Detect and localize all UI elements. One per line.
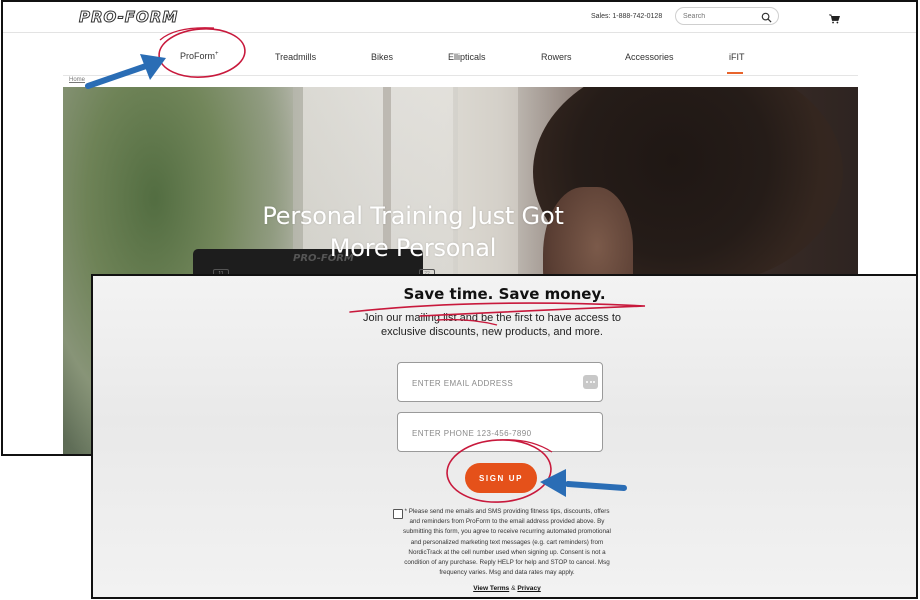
sales-phone[interactable]: Sales: 1-888-742-0128 [591,13,662,20]
popup-heading: Save time. Save money. [403,285,606,303]
search-input[interactable] [683,11,757,22]
phone-input[interactable] [412,427,572,439]
proform-logo[interactable]: PRO-FORM [78,8,178,27]
email-input[interactable] [412,377,572,389]
cart-icon[interactable] [829,11,841,29]
phone-field[interactable] [397,412,603,452]
signup-button[interactable]: SIGN UP [465,463,537,493]
popup-subtext: Join our mailing list and be the first t… [362,312,622,338]
top-bar: PRO-FORM Sales: 1-888-742-0128 [3,2,916,33]
view-terms-link[interactable]: View Terms [473,585,509,592]
email-field[interactable] [397,362,603,402]
nav-rowers[interactable]: Rowers [541,52,572,62]
privacy-link[interactable]: Privacy [517,585,540,592]
nav-divider [63,75,858,76]
nav-ellipticals[interactable]: Ellipticals [448,52,486,62]
nav-ifit[interactable]: iFIT [729,52,745,62]
nav-bikes[interactable]: Bikes [371,52,393,62]
legal-ampersand: & [511,585,516,592]
consent-checkbox[interactable] [393,509,403,519]
nav-proform-label: ProForm [180,51,216,61]
signup-popup-screenshot: Save time. Save money. Join our mailing … [91,274,918,599]
hero-title: Personal Training Just Got More Personal [203,200,623,264]
breadcrumb-home[interactable]: Home [69,77,85,83]
legal-links: View Terms & Privacy [403,585,611,592]
nav-proform[interactable]: ProForm+ [180,51,219,61]
active-tab-underline [727,72,743,74]
search-icon[interactable] [761,10,772,28]
nav-treadmills[interactable]: Treadmills [275,52,316,62]
consent-text: * Please send me emails and SMS providin… [403,508,611,577]
search-box[interactable] [675,7,779,25]
hero-title-line1: Personal Training Just Got [262,202,564,230]
main-nav: ProForm+ Treadmills Bikes Ellipticals Ro… [3,33,916,76]
composite-screenshot: PRO-FORM Sales: 1-888-742-0128 ProForm+ … [0,0,920,600]
autofill-icon[interactable] [583,375,598,389]
hero-title-line2: More Personal [329,234,497,262]
plus-sup: + [215,51,219,57]
nav-accessories[interactable]: Accessories [625,52,674,62]
